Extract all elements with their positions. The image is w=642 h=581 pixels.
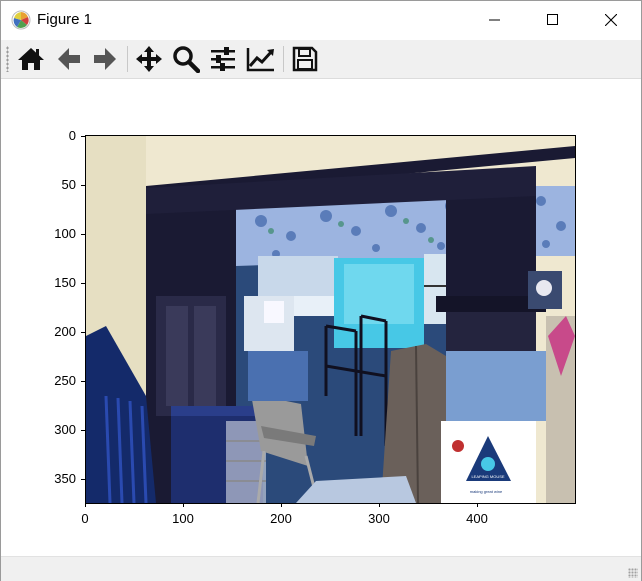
- y-tick-label: 200: [54, 324, 76, 339]
- box-tagline-text: making great wine: [470, 489, 503, 494]
- y-tick-label: 50: [61, 177, 76, 192]
- y-tick-label: 250: [54, 373, 76, 388]
- back-button[interactable]: [53, 44, 85, 74]
- x-tick-mark: [281, 503, 282, 507]
- move-icon: [136, 46, 162, 72]
- toolbar-grip[interactable]: [6, 46, 9, 72]
- close-icon: [605, 14, 617, 26]
- forward-button[interactable]: [89, 44, 121, 74]
- maximize-button[interactable]: [524, 1, 582, 39]
- minimize-button[interactable]: [466, 1, 524, 39]
- resize-grip-icon[interactable]: [628, 568, 638, 578]
- y-tick-label: 0: [68, 128, 76, 143]
- y-tick-label: 350: [54, 471, 76, 486]
- x-tick-label: 400: [466, 511, 488, 526]
- x-tick-mark: [379, 503, 380, 507]
- x-tick-mark: [183, 503, 184, 507]
- y-tick-mark: [81, 136, 85, 137]
- y-tick-label: 150: [54, 275, 76, 290]
- y-tick-mark: [81, 234, 85, 235]
- save-button[interactable]: [289, 44, 321, 74]
- status-bar: [1, 556, 641, 581]
- home-icon: [18, 48, 44, 70]
- x-tick-mark: [85, 503, 86, 507]
- zoom-button[interactable]: [170, 44, 202, 74]
- floppy-disk-icon: [292, 46, 318, 72]
- room-photo: LEAPING MOUSE making great wine: [86, 136, 575, 503]
- arrow-right-icon: [94, 48, 116, 70]
- toolbar-separator: [127, 46, 128, 72]
- x-tick-label: 0: [81, 511, 89, 526]
- x-tick-label: 100: [172, 511, 194, 526]
- window-title: Figure 1: [37, 11, 93, 28]
- arrow-left-icon: [58, 48, 80, 70]
- toolbar-separator: [283, 46, 284, 72]
- title-bar[interactable]: Figure 1: [1, 1, 641, 39]
- configure-subplots-button[interactable]: [207, 44, 239, 74]
- y-tick-mark: [81, 430, 85, 431]
- y-tick-label: 100: [54, 226, 76, 241]
- y-tick-label: 300: [54, 422, 76, 437]
- y-tick-mark: [81, 479, 85, 480]
- x-tick-label: 300: [368, 511, 390, 526]
- magnifier-icon: [173, 46, 200, 73]
- x-tick-label: 200: [270, 511, 292, 526]
- y-tick-mark: [81, 381, 85, 382]
- navigation-toolbar: [1, 40, 641, 79]
- x-tick-mark: [477, 503, 478, 507]
- figure-window: Figure 1 LEAPING MOUSE making great wine…: [0, 0, 642, 581]
- y-tick-mark: [81, 283, 85, 284]
- figure-canvas[interactable]: LEAPING MOUSE making great wine 0 50 100…: [1, 79, 641, 555]
- home-button[interactable]: [15, 44, 47, 74]
- close-button[interactable]: [582, 1, 640, 39]
- y-tick-mark: [81, 332, 85, 333]
- line-chart-icon: [246, 48, 274, 72]
- maximize-icon: [547, 14, 558, 25]
- matplotlib-icon: [11, 10, 31, 30]
- box-logo-text: LEAPING MOUSE: [471, 474, 504, 479]
- edit-axes-button[interactable]: [245, 44, 277, 74]
- y-tick-mark: [81, 185, 85, 186]
- image-axes[interactable]: LEAPING MOUSE making great wine: [85, 135, 576, 504]
- pan-button[interactable]: [133, 44, 165, 74]
- sliders-icon: [211, 47, 235, 71]
- minimize-icon: [489, 19, 500, 21]
